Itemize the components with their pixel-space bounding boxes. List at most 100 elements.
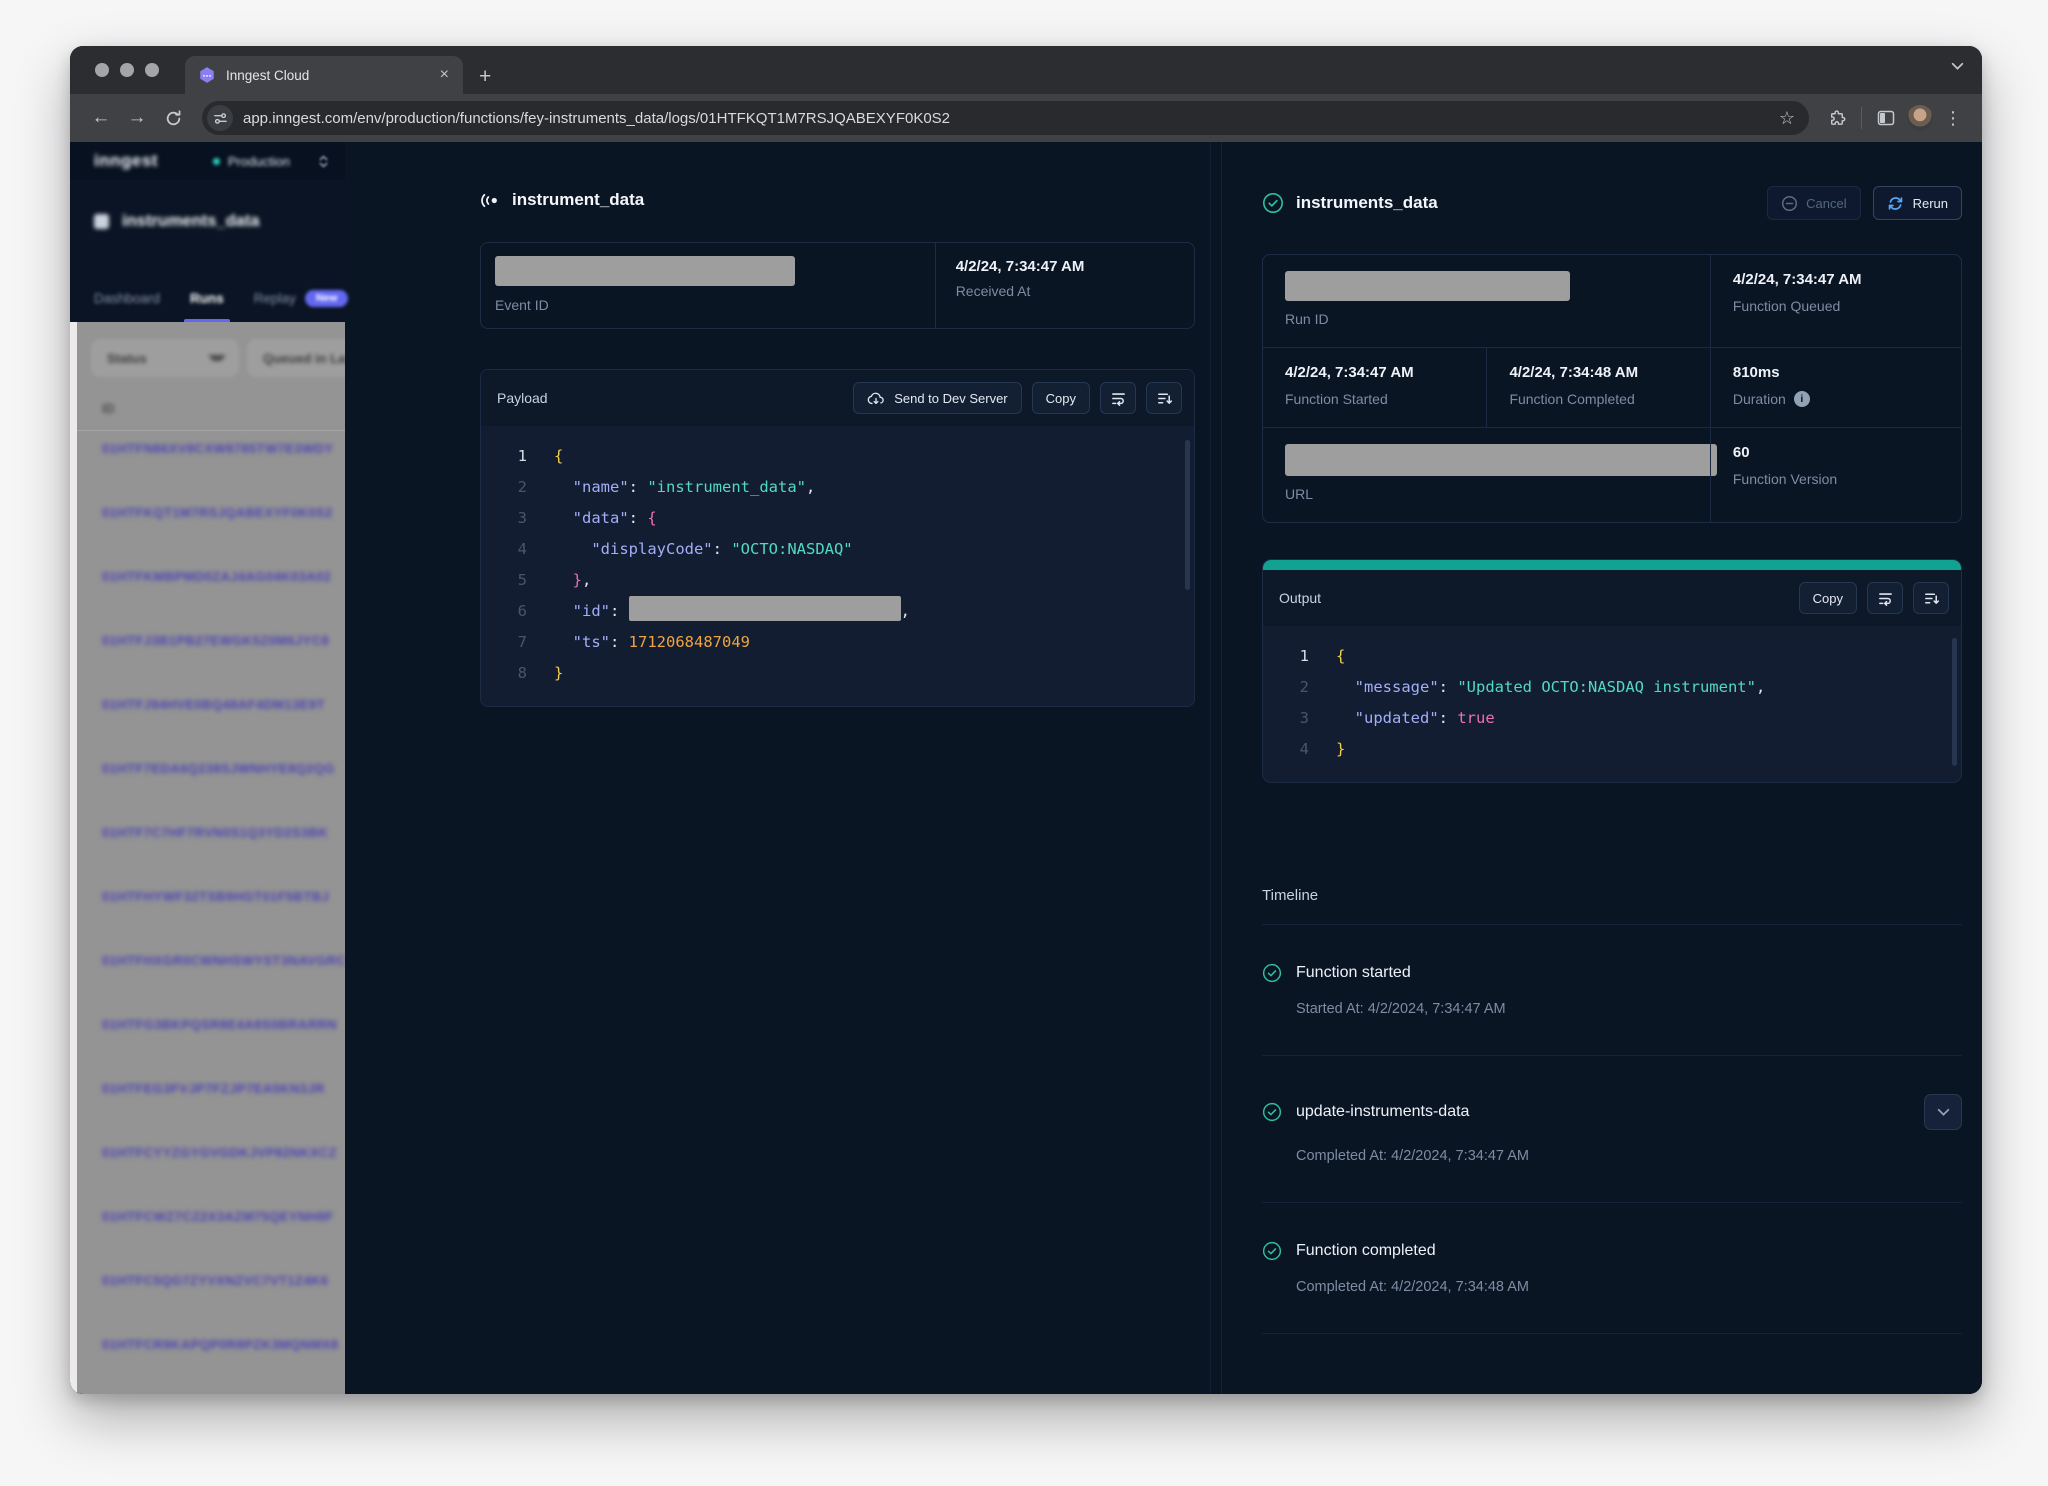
function-version-cell: 60 Function Version [1710,427,1961,522]
line-number: 7 [481,627,527,658]
event-details-card: Event ID 4/2/24, 7:34:47 AM Received At [480,242,1195,329]
payload-scrollbar[interactable] [1185,440,1190,590]
code-token: { [554,447,563,465]
new-badge: New [305,290,349,307]
run-id-link[interactable]: 01HTFCWZ7CZ2X3AZM75QEYNH8F [92,1199,333,1263]
output-title: Output [1279,590,1321,606]
profile-avatar[interactable] [1904,102,1936,134]
code-token: } [1336,740,1345,758]
run-id-link[interactable]: 01HTFN86XV8CXW8785TW7E3WDY [92,431,333,495]
step-success-check-icon [1262,1241,1282,1261]
output-copy-button[interactable]: Copy [1799,582,1857,614]
rerun-label: Rerun [1913,196,1948,211]
run-id-link[interactable]: 01HTFCR9KAPQP0R8PZK3MQNMX8 [92,1327,333,1391]
bookmark-star-icon[interactable]: ☆ [1779,108,1795,129]
output-wrap-text-button[interactable] [1867,582,1903,614]
run-id-link[interactable]: 01HTF7C7HF7RVN0S1Q3YD2S3BK [92,815,333,879]
run-id-link[interactable]: 01HTFJ3B1PB27EWGK5Z0M6JYC8 [92,623,333,687]
function-completed-cell: 4/2/24, 7:34:48 AM Function Completed [1486,347,1709,427]
browser-menu-icon[interactable]: ⋮ [1938,108,1968,129]
reload-icon[interactable] [156,101,190,135]
new-tab-button[interactable]: + [479,66,491,87]
code-token: "ts" [573,633,610,651]
payload-wrap-text-button[interactable] [1100,382,1136,414]
code-token: , [901,602,910,620]
sidebar-tab-runs[interactable]: Runs [190,274,224,322]
timeline-item-row: Function started [1262,963,1962,983]
sidebar-tab-dashboard[interactable]: Dashboard [94,274,160,322]
code-token: : [1439,709,1458,727]
url-redacted-value [1285,444,1717,476]
run-id-link[interactable]: 01HTFJ94HVE0BQ48AF4DM13E9T [92,687,333,751]
url-text[interactable]: app.inngest.com/env/production/functions… [243,110,1769,127]
close-window-button[interactable] [95,63,109,77]
code-token: : [629,509,648,527]
line-number: 1 [1263,641,1309,672]
timeline-step-title: Function started [1296,964,1411,982]
close-tab-icon[interactable]: × [436,66,453,84]
filter-status[interactable]: Status [92,340,238,376]
expand-step-button[interactable] [1924,1094,1962,1130]
output-expand-button[interactable] [1913,582,1949,614]
sidebar: inngest Production instruments_data Dash… [70,142,345,1394]
timeline-step-title: Function completed [1296,1242,1436,1260]
run-id-link[interactable]: 01HTFHXGR0CWNHSWYST3NAVGRC [92,943,333,1007]
cancel-button[interactable]: Cancel [1767,186,1860,220]
back-icon[interactable]: ← [84,101,118,135]
code-token: "OCTO:NASDAQ" [731,540,852,558]
run-id-link[interactable]: 01HTFKMBPMD0ZAJ4AG04K03A02 [92,559,333,623]
copy-label: Copy [1046,391,1076,406]
address-bar[interactable]: app.inngest.com/env/production/functions… [202,101,1809,135]
run-id-link[interactable]: 01HTFC5QG7ZYVXNZVC7VT1Z4K6 [92,1263,333,1327]
code-token: : [713,540,732,558]
side-panel-icon[interactable] [1870,102,1902,134]
function-version-value: 60 [1733,444,1939,461]
code-token: 1712068487049 [629,633,750,651]
payload-card: Payload Send to Dev Server Copy [480,369,1195,707]
environment-selector[interactable]: Production [213,154,290,169]
output-scrollbar[interactable] [1952,638,1957,766]
function-completed-label: Function Completed [1509,391,1687,407]
code-line: 5 }, [481,565,1194,596]
extensions-puzzle-icon[interactable] [1821,102,1853,134]
send-to-dev-server-button[interactable]: Send to Dev Server [853,382,1021,414]
payload-copy-button[interactable]: Copy [1032,382,1090,414]
timeline-section: Timeline Function startedStarted At: 4/2… [1262,887,1962,1334]
rerun-button[interactable]: Rerun [1873,186,1962,220]
duration-info-icon[interactable]: i [1794,391,1810,407]
run-id-link[interactable]: 01HTFKQT1M7RSJQABEXYF0K0S2 [92,495,333,559]
timeline-items: Function startedStarted At: 4/2/2024, 7:… [1262,925,1962,1334]
run-id-link[interactable]: 01HTFHYWF32TSB9HGT01F5BTBJ [92,879,333,943]
maximize-window-button[interactable] [145,63,159,77]
run-id-link[interactable]: 01HTFCYYZGYGVGDKJVP82NKXCZ [92,1135,333,1199]
browser-tab[interactable]: Inngest Cloud × [185,56,463,94]
sidebar-top-nav: inngest Production [70,142,345,180]
tab-search-button[interactable] [1951,62,1964,71]
run-id-list: 01HTFN86XV8CXW8785TW7E3WDY01HTFKQT1M7RSJ… [92,431,333,1391]
sidebar-tab-label: Runs [190,291,224,306]
code-token [554,571,573,589]
timeline-step-timestamp: Completed At: 4/2/2024, 7:34:48 AM [1296,1279,1962,1295]
run-id-link[interactable]: 01HTF7EDA6Q238SJWNHYE8Q2QG [92,751,333,815]
run-id-link[interactable]: 01HTFG3BKPQSR8E4A8S0BRARRN [92,1007,333,1071]
forward-icon[interactable]: → [120,101,154,135]
filter-date-range[interactable]: Queued in Last 3 Days [248,340,345,376]
timeline-step-title: update-instruments-data [1296,1103,1469,1121]
site-settings-icon[interactable] [207,105,233,131]
payload-expand-button[interactable] [1146,382,1182,414]
url-cell: URL [1263,427,1710,522]
output-code-block: 1{2 "message": "Updated OCTO:NASDAQ inst… [1263,626,1961,782]
received-at-label: Received At [956,283,1174,299]
run-id-label: Run ID [1285,311,1688,327]
code-token: "Updated OCTO:NASDAQ instrument" [1457,678,1756,696]
sidebar-tab-replay[interactable]: ReplayNew [254,274,349,322]
run-id-link[interactable]: 01HTFEG3FVJP7FZJP7EA5KN3JR [92,1071,333,1135]
environment-caret-icon[interactable] [318,154,329,169]
line-number: 4 [481,534,527,565]
event-id-redacted-value [495,256,795,286]
line-number: 5 [481,565,527,596]
minimize-window-button[interactable] [120,63,134,77]
inngest-logo[interactable]: inngest [94,151,158,171]
line-content: "ts": 1712068487049 [554,627,750,658]
line-content: "updated": true [1336,703,1495,734]
